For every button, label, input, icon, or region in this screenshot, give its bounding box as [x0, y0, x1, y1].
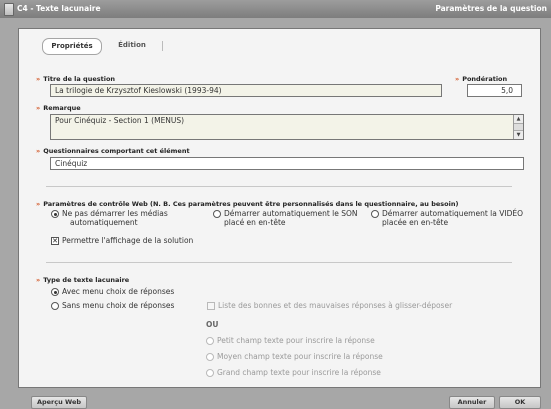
radio-autostart-sound[interactable]	[213, 210, 221, 218]
radio-medium-field-label: Moyen champ texte pour inscrire la répon…	[217, 352, 383, 361]
arrow-icon: »	[36, 147, 41, 155]
question-title-label: » Titre de la question	[36, 75, 116, 83]
drag-list-checkbox[interactable]	[207, 302, 215, 310]
arrow-icon: »	[36, 75, 41, 83]
document-icon	[4, 3, 14, 16]
tab-separator	[162, 41, 163, 51]
questionnaires-field[interactable]: Cinéquiz	[50, 157, 524, 170]
remark-field[interactable]: Pour Cinéquiz - Section 1 (MENUS) ▲ ▼	[50, 114, 524, 140]
window-title: C4 - Texte lacunaire	[17, 4, 101, 13]
or-label: OU	[206, 320, 219, 329]
scroll-up-icon[interactable]: ▲	[514, 115, 523, 124]
cancel-button[interactable]: Annuler	[449, 396, 495, 409]
arrow-icon: »	[36, 200, 41, 208]
radio-without-menu-label: Sans menu choix de réponses	[62, 301, 175, 310]
question-title-field[interactable]: La trilogie de Krzysztof Kieslowski (199…	[50, 84, 442, 97]
radio-no-autostart-label: Ne pas démarrer les médias automatiqueme…	[62, 209, 168, 227]
radio-autostart-video-label: Démarrer automatiquement la VIDÉO placée…	[382, 209, 523, 227]
window-right-title: Paramètres de la question	[435, 4, 547, 13]
tab-edition[interactable]: Édition	[112, 38, 152, 53]
divider	[46, 186, 512, 187]
dialog-window: C4 - Texte lacunaire Paramètres de la qu…	[0, 0, 551, 409]
tab-proprietes[interactable]: Propriétés	[42, 38, 102, 55]
radio-with-menu[interactable]	[51, 288, 59, 296]
radio-without-menu[interactable]	[51, 302, 59, 310]
drag-list-label: Liste des bonnes et des mauvaises répons…	[218, 301, 453, 310]
remark-label: » Remarque	[36, 104, 81, 112]
radio-no-autostart[interactable]	[51, 210, 59, 218]
radio-medium-field[interactable]	[206, 353, 214, 361]
arrow-icon: »	[36, 276, 41, 284]
radio-with-menu-label: Avec menu choix de réponses	[62, 287, 175, 296]
radio-small-field[interactable]	[206, 337, 214, 345]
remark-text: Pour Cinéquiz - Section 1 (MENUS)	[55, 116, 185, 125]
title-bar: C4 - Texte lacunaire Paramètres de la qu…	[0, 0, 551, 18]
radio-autostart-video[interactable]	[371, 210, 379, 218]
radio-large-field[interactable]	[206, 369, 214, 377]
show-solution-checkbox[interactable]: ✕	[51, 237, 59, 245]
remark-scrollbar[interactable]: ▲ ▼	[513, 115, 523, 139]
web-preview-button[interactable]: Aperçu Web	[31, 396, 87, 409]
questionnaires-label: » Questionnaires comportant cet élément	[36, 147, 190, 155]
show-solution-label: Permettre l'affichage de la solution	[62, 236, 194, 245]
arrow-icon: »	[455, 75, 460, 83]
weighting-label: » Pondération	[455, 75, 508, 83]
web-params-label: » Paramètres de contrôle Web (N. B. Ces p…	[36, 200, 459, 208]
ok-button[interactable]: OK	[499, 396, 541, 409]
scroll-down-icon[interactable]: ▼	[514, 130, 523, 139]
divider	[46, 262, 512, 263]
radio-large-field-label: Grand champ texte pour inscrire la répon…	[217, 368, 381, 377]
radio-small-field-label: Petit champ texte pour inscrire la répon…	[217, 336, 375, 345]
weighting-field[interactable]: 5,0	[467, 84, 522, 97]
text-type-label: » Type de texte lacunaire	[36, 276, 130, 284]
radio-autostart-sound-label: Démarrer automatiquement le SON placé en…	[224, 209, 358, 227]
arrow-icon: »	[36, 104, 41, 112]
